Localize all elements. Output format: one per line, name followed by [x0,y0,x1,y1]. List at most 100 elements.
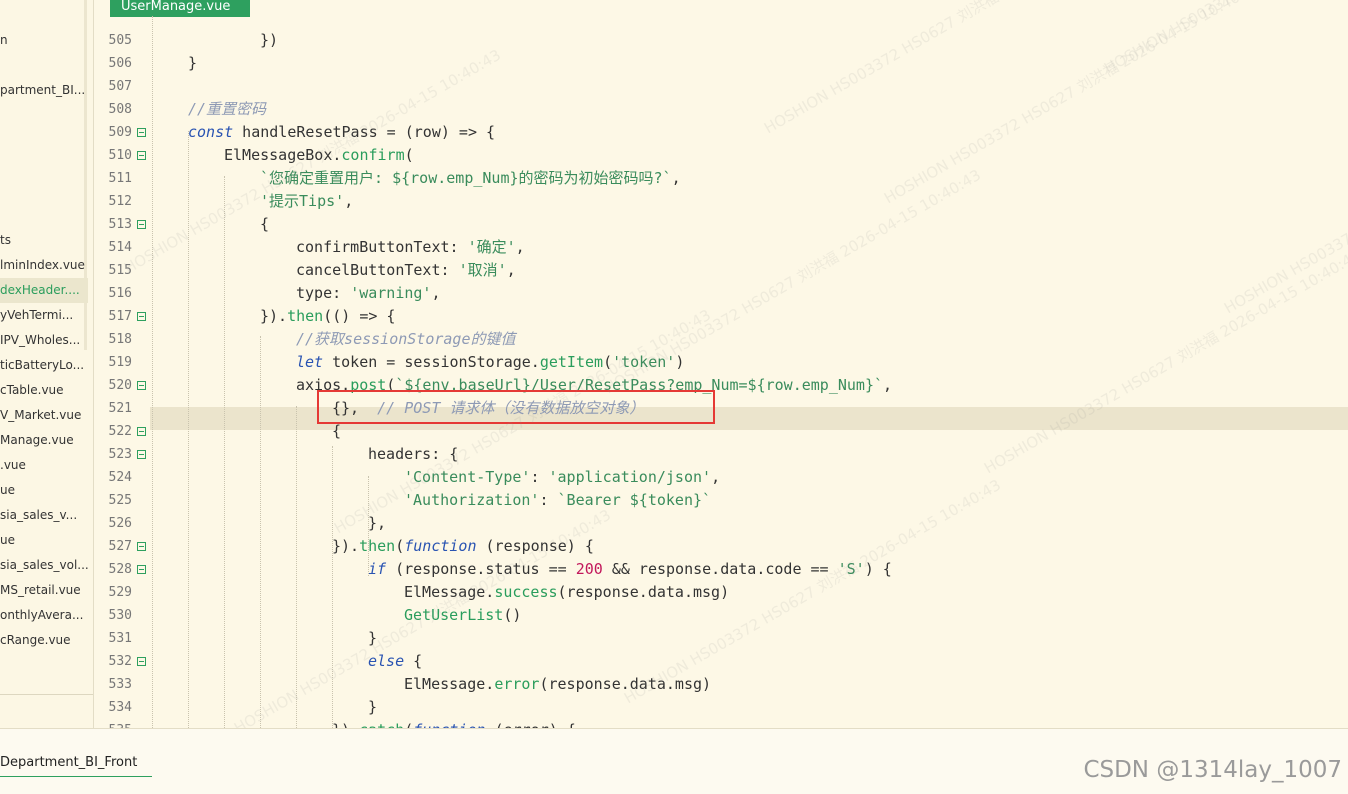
line-number: 530 [108,608,132,623]
line-number: 523 [108,447,132,462]
code-line: }).then(function (response) { [332,537,594,555]
line-number: 534 [108,700,132,715]
file-tree-item[interactable]: .vue [0,453,88,478]
line-number: 531 [108,631,132,646]
file-tree-item[interactable]: n [0,28,88,53]
code-line: let token = sessionStorage.getItem('toke… [296,353,685,371]
line-number: 521 [108,401,132,416]
line-number: 519 [108,355,132,370]
code-line: }).catch(function (error) { [332,719,576,728]
bottom-panel: Department_BI_Front CSDN @1314lay_1007 [0,728,1348,794]
code-line: 'Content-Type': 'application/json', [404,468,721,486]
file-tree-item[interactable]: ticBatteryLo... [0,353,88,378]
file-tree-sidebar: n partment_BI...ts lminIndex.vue dexHeader.… [0,0,94,728]
line-number: 522 [108,424,132,439]
file-tree-item[interactable]: Manage.vue [0,428,88,453]
file-tree-item[interactable]: ue [0,478,88,503]
file-tree-item[interactable]: IPV_Wholes... [0,328,88,353]
fold-toggle-icon[interactable] [137,128,146,137]
line-number: 524 [108,470,132,485]
line-number: 507 [108,79,132,94]
code-line: }).then(() => { [260,307,396,325]
fold-toggle-icon[interactable] [137,542,146,551]
code-line: cancelButtonText: '取消', [296,261,516,279]
code-line: type: 'warning', [296,284,441,302]
fold-toggle-icon[interactable] [137,151,146,160]
line-number: 506 [108,56,132,71]
sidebar-divider [0,694,93,695]
line-number: 509 [108,125,132,140]
annotation-highlight-box [317,390,715,424]
code-line: } [368,698,378,716]
code-line: } [368,629,378,647]
fold-toggle-icon[interactable] [137,220,146,229]
code-line: '提示Tips', [260,192,354,210]
line-number: 528 [108,562,132,577]
line-number: 529 [108,585,132,600]
file-tree-item[interactable]: MS_retail.vue [0,578,88,603]
fold-toggle-icon[interactable] [137,565,146,574]
line-number: 516 [108,286,132,301]
line-number: 526 [108,516,132,531]
fold-toggle-icon[interactable] [137,450,146,459]
code-line: `您确定重置用户: ${row.emp_Num}的密码为初始密码吗?`, [260,169,681,187]
code-line: GetUserList() [404,606,522,624]
indent-guide [332,446,333,728]
file-tree-item[interactable]: partment_BI... [0,78,88,103]
file-tree-item[interactable]: lminIndex.vue [0,253,88,278]
line-number: 505 [108,33,132,48]
code-line: { [260,215,270,233]
project-tab[interactable]: Department_BI_Front [0,753,152,777]
code-line: 'Authorization': `Bearer ${token}` [404,491,712,509]
file-tree-item[interactable]: dexHeader.... [0,278,88,303]
fold-toggle-icon[interactable] [137,381,146,390]
indent-guide [152,16,153,728]
code-line: confirmButtonText: '确定', [296,238,525,256]
file-tree-item[interactable]: cRange.vue [0,628,88,653]
line-number: 525 [108,493,132,508]
line-number: 517 [108,309,132,324]
fold-toggle-icon[interactable] [137,312,146,321]
code-line: ElMessage.success(response.data.msg) [404,583,730,601]
file-tree-item[interactable]: ue [0,528,88,553]
line-number: 510 [108,148,132,163]
csdn-watermark: CSDN @1314lay_1007 [1083,757,1342,783]
fold-toggle-icon[interactable] [137,427,146,436]
line-number: 532 [108,654,132,669]
line-number: 511 [108,171,132,186]
code-line: }) [260,31,279,49]
file-tree-item[interactable]: V_Market.vue [0,403,88,428]
line-number: 508 [108,102,132,117]
indent-guide [296,406,297,728]
file-tree-item[interactable]: sia_sales_vol... [0,553,88,578]
editor-tab-usermanage[interactable]: UserManage.vue [110,0,250,17]
code-editor[interactable]: })} //重置密码 const handleResetPass = (row) =… [150,16,1348,728]
line-number: 533 [108,677,132,692]
fold-toggle-icon[interactable] [137,657,146,666]
code-line: headers: { [368,445,459,463]
line-number-gutter: 505 506 507 508 509 510 511 512 513 514 515 516 517 5… [94,16,150,728]
code-line: ElMessageBox.confirm( [224,146,414,164]
line-number: 515 [108,263,132,278]
code-line: const handleResetPass = (row) => { [188,123,496,141]
code-line: } [188,54,198,72]
code-line: }, [368,514,387,532]
file-tree-item[interactable]: sia_sales_v... [0,503,88,528]
file-tree-item[interactable]: ts [0,228,88,253]
code-line: //重置密码 [188,100,267,118]
line-number: 535 [94,719,132,728]
indent-guide [260,336,261,728]
file-tree-item[interactable]: cTable.vue [0,378,88,403]
file-tree-item[interactable]: onthlyAvera... [0,603,88,628]
line-number: 518 [108,332,132,347]
indent-guide [224,176,225,728]
line-number: 512 [108,194,132,209]
code-line: else { [368,652,423,670]
line-number: 513 [108,217,132,232]
code-line: //获取sessionStorage的键值 [296,330,516,348]
code-line: if (response.status == 200 && response.d… [368,560,892,578]
file-tree-item[interactable]: yVehTermi... [0,303,88,328]
indent-guide [188,131,189,728]
line-number: 520 [108,378,132,393]
indent-guide [368,476,369,576]
